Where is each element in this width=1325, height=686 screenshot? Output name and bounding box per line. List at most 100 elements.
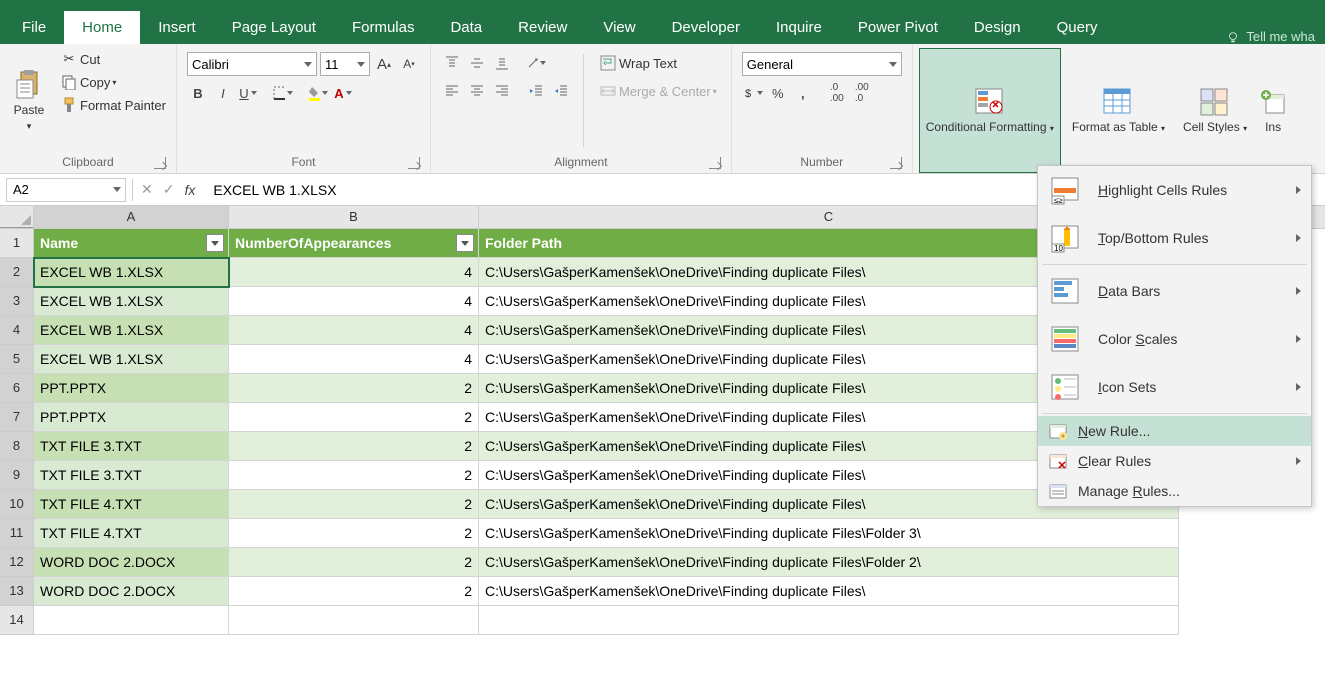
cell-c11[interactable]: C:\Users\GašperKamenšek\OneDrive\Finding… xyxy=(479,519,1179,548)
data-bars-item[interactable]: Data Bars xyxy=(1038,267,1311,315)
copy-button[interactable]: Copy ▾ xyxy=(56,71,170,93)
top-bottom-rules-item[interactable]: 10 Top/Bottom Rules xyxy=(1038,214,1311,262)
cell-b14[interactable] xyxy=(229,606,479,635)
cell-a2[interactable]: EXCEL WB 1.XLSX xyxy=(34,258,229,287)
cell-a4[interactable]: EXCEL WB 1.XLSX xyxy=(34,316,229,345)
row-header-13[interactable]: 13 xyxy=(0,577,34,606)
row-header-3[interactable]: 3 xyxy=(0,287,34,316)
cell-a7[interactable]: PPT.PPTX xyxy=(34,403,229,432)
cell-b12[interactable]: 2 xyxy=(229,548,479,577)
fill-color-button[interactable] xyxy=(307,82,329,104)
font-launcher[interactable] xyxy=(408,157,420,169)
align-right-button[interactable] xyxy=(491,80,513,102)
tab-inquire[interactable]: Inquire xyxy=(758,11,840,44)
row-header-2[interactable]: 2 xyxy=(0,258,34,287)
cell-b10[interactable]: 2 xyxy=(229,490,479,519)
paste-button[interactable]: Paste▾ xyxy=(6,48,52,153)
table-header-count[interactable]: NumberOfAppearances xyxy=(229,229,479,258)
filter-button[interactable] xyxy=(456,234,474,252)
row-header-10[interactable]: 10 xyxy=(0,490,34,519)
row-header-9[interactable]: 9 xyxy=(0,461,34,490)
font-color-button[interactable]: A xyxy=(332,82,354,104)
tab-formulas[interactable]: Formulas xyxy=(334,11,433,44)
align-center-button[interactable] xyxy=(466,80,488,102)
tab-query[interactable]: Query xyxy=(1039,11,1116,44)
table-header-name[interactable]: Name xyxy=(34,229,229,258)
row-header-6[interactable]: 6 xyxy=(0,374,34,403)
fx-button[interactable]: fx xyxy=(184,182,195,198)
cell-b9[interactable]: 2 xyxy=(229,461,479,490)
row-header-8[interactable]: 8 xyxy=(0,432,34,461)
align-bottom-button[interactable] xyxy=(491,52,513,74)
align-top-button[interactable] xyxy=(441,52,463,74)
cell-a13[interactable]: WORD DOC 2.DOCX xyxy=(34,577,229,606)
cell-b8[interactable]: 2 xyxy=(229,432,479,461)
cell-a8[interactable]: TXT FILE 3.TXT xyxy=(34,432,229,461)
font-size-combo[interactable]: 11 xyxy=(320,52,370,76)
format-painter-button[interactable]: Format Painter xyxy=(56,94,170,116)
row-header-12[interactable]: 12 xyxy=(0,548,34,577)
cut-button[interactable]: ✂Cut xyxy=(56,48,170,70)
insert-button[interactable]: Ins xyxy=(1258,48,1288,173)
select-all-corner[interactable] xyxy=(0,206,34,228)
decrease-decimal-button[interactable]: .00.0 xyxy=(851,82,873,104)
cell-b5[interactable]: 4 xyxy=(229,345,479,374)
cell-a9[interactable]: TXT FILE 3.TXT xyxy=(34,461,229,490)
align-left-button[interactable] xyxy=(441,80,463,102)
row-header-1[interactable]: 1 xyxy=(0,229,34,258)
clear-rules-item[interactable]: Clear Rules xyxy=(1038,446,1311,476)
cell-b6[interactable]: 2 xyxy=(229,374,479,403)
font-name-combo[interactable]: Calibri xyxy=(187,52,317,76)
row-header-7[interactable]: 7 xyxy=(0,403,34,432)
merge-center-button[interactable]: Merge & Center ▾ xyxy=(595,80,721,102)
tab-view[interactable]: View xyxy=(585,11,653,44)
tell-me-search[interactable]: Tell me wha xyxy=(1216,29,1325,44)
clipboard-launcher[interactable] xyxy=(154,157,166,169)
conditional-formatting-button[interactable]: Conditional Formatting ▾ xyxy=(919,48,1061,173)
new-rule-item[interactable]: New Rule... xyxy=(1038,416,1311,446)
cell-a6[interactable]: PPT.PPTX xyxy=(34,374,229,403)
align-middle-button[interactable] xyxy=(466,52,488,74)
col-header-b[interactable]: B xyxy=(229,206,479,228)
tab-home[interactable]: Home xyxy=(64,11,140,44)
tab-design[interactable]: Design xyxy=(956,11,1039,44)
decrease-font-button[interactable]: A▾ xyxy=(398,53,420,75)
cell-b4[interactable]: 4 xyxy=(229,316,479,345)
cell-b11[interactable]: 2 xyxy=(229,519,479,548)
percent-button[interactable]: % xyxy=(767,82,789,104)
number-launcher[interactable] xyxy=(890,157,902,169)
row-header-4[interactable]: 4 xyxy=(0,316,34,345)
manage-rules-item[interactable]: Manage Rules... xyxy=(1038,476,1311,506)
row-header-5[interactable]: 5 xyxy=(0,345,34,374)
tab-data[interactable]: Data xyxy=(432,11,500,44)
increase-font-button[interactable]: A▴ xyxy=(373,53,395,75)
format-as-table-button[interactable]: Format as Table ▾ xyxy=(1065,48,1172,173)
number-format-combo[interactable]: General xyxy=(742,52,902,76)
row-header-11[interactable]: 11 xyxy=(0,519,34,548)
cell-a10[interactable]: TXT FILE 4.TXT xyxy=(34,490,229,519)
name-box[interactable]: A2 xyxy=(6,178,126,202)
alignment-launcher[interactable] xyxy=(709,157,721,169)
cell-a5[interactable]: EXCEL WB 1.XLSX xyxy=(34,345,229,374)
cell-a11[interactable]: TXT FILE 4.TXT xyxy=(34,519,229,548)
borders-button[interactable] xyxy=(272,82,294,104)
cell-a12[interactable]: WORD DOC 2.DOCX xyxy=(34,548,229,577)
tab-file[interactable]: File xyxy=(4,11,64,44)
cell-c12[interactable]: C:\Users\GašperKamenšek\OneDrive\Finding… xyxy=(479,548,1179,577)
accounting-format-button[interactable]: $ xyxy=(742,82,764,104)
color-scales-item[interactable]: Color Scales xyxy=(1038,315,1311,363)
cell-a3[interactable]: EXCEL WB 1.XLSX xyxy=(34,287,229,316)
tab-page-layout[interactable]: Page Layout xyxy=(214,11,334,44)
cancel-formula-button[interactable]: ✕ xyxy=(141,181,153,198)
highlight-cells-rules-item[interactable]: ≤≥ Highlight Cells Rules xyxy=(1038,166,1311,214)
enter-formula-button[interactable]: ✓ xyxy=(163,181,175,198)
increase-indent-button[interactable] xyxy=(550,80,572,102)
cell-c13[interactable]: C:\Users\GašperKamenšek\OneDrive\Finding… xyxy=(479,577,1179,606)
cell-b13[interactable]: 2 xyxy=(229,577,479,606)
cell-b7[interactable]: 2 xyxy=(229,403,479,432)
tab-developer[interactable]: Developer xyxy=(654,11,758,44)
col-header-a[interactable]: A xyxy=(34,206,229,228)
comma-button[interactable]: , xyxy=(792,82,814,104)
orientation-button[interactable] xyxy=(525,52,547,74)
filter-button[interactable] xyxy=(206,234,224,252)
